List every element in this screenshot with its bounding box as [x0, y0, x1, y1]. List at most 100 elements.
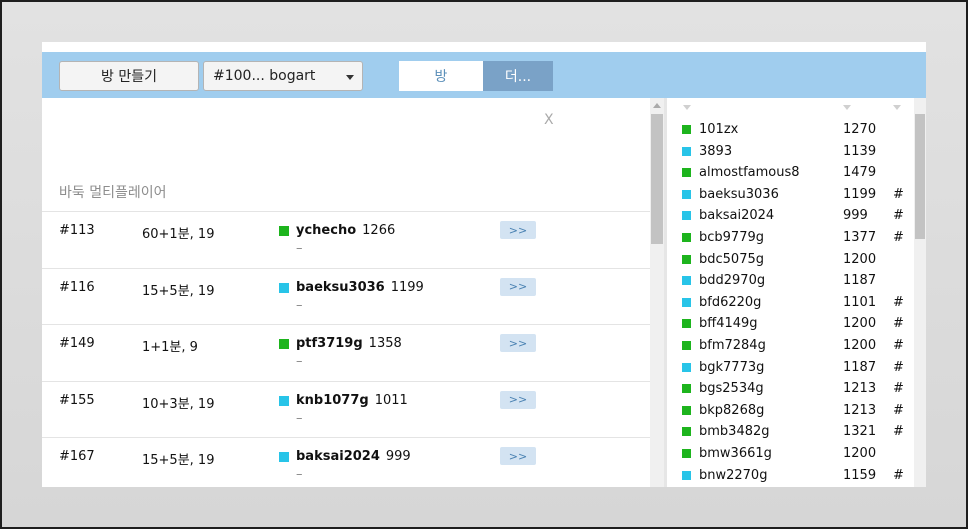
status-dot-icon — [682, 427, 691, 437]
join-game-button[interactable]: >> — [500, 390, 536, 409]
user-row[interactable]: bff4149g 1200 # — [667, 313, 914, 335]
sort-name-icon[interactable] — [683, 105, 691, 110]
join-game-button[interactable]: >> — [500, 221, 536, 239]
user-flag: # — [893, 229, 904, 245]
user-row[interactable]: baksai2024 999 # — [667, 205, 914, 227]
status-dot-icon — [279, 452, 289, 462]
user-list-scrollbar[interactable] — [914, 98, 926, 487]
toolbar: 방 만들기 #100... bogart 방 더... — [42, 52, 926, 98]
user-name: bmb3482g — [699, 424, 770, 440]
user-flag: # — [893, 337, 904, 353]
user-flag: # — [893, 424, 904, 440]
opponent-slot: – — [296, 241, 303, 256]
create-room-button[interactable]: 방 만들기 — [59, 61, 199, 91]
status-dot-icon — [682, 168, 691, 178]
user-row[interactable]: bmw3661g 1200 — [667, 443, 914, 465]
user-row[interactable]: bgk7773g 1187 # — [667, 357, 914, 379]
user-rank: 1200 — [843, 251, 877, 267]
user-rank: 1321 — [843, 424, 877, 440]
user-flag: # — [893, 316, 904, 332]
user-name: bcb9779g — [699, 229, 764, 245]
close-button[interactable]: X — [544, 112, 554, 128]
status-dot-icon — [682, 448, 691, 458]
user-name: bgk7773g — [699, 359, 765, 375]
scrollbar-thumb[interactable] — [651, 114, 663, 244]
player-name: ychecho 1266 — [296, 223, 396, 238]
user-name: baksai2024 — [699, 208, 775, 224]
scroll-up-icon[interactable] — [653, 103, 661, 108]
user-row[interactable]: baeksu3036 1199 # — [667, 184, 914, 206]
tab-room[interactable]: 방 — [399, 61, 483, 91]
user-row[interactable]: 101zx 1270 — [667, 119, 914, 141]
user-rank: 1187 — [843, 359, 877, 375]
game-row[interactable]: #167 15+5분, 19 baksai2024 999 – >> — [42, 437, 650, 487]
room-select-value: #100... bogart — [213, 68, 316, 84]
user-row[interactable]: bmb3482g 1321 # — [667, 421, 914, 443]
user-name: bmw3661g — [699, 445, 772, 461]
game-row[interactable]: #149 1+1분, 9 ptf3719g 1358 – >> — [42, 324, 650, 381]
user-name: bdc5075g — [699, 251, 764, 267]
player-rank: 1266 — [362, 223, 396, 238]
join-game-button[interactable]: >> — [500, 447, 536, 465]
game-row[interactable]: #113 60+1분, 19 ychecho 1266 – >> — [42, 211, 650, 268]
room-list-scrollbar[interactable] — [650, 98, 664, 487]
user-row[interactable]: 3893 1139 — [667, 141, 914, 163]
user-row[interactable]: bfm7284g 1200 # — [667, 335, 914, 357]
user-row[interactable]: bdc5075g 1200 — [667, 249, 914, 271]
user-name: bfm7284g — [699, 337, 766, 353]
status-dot-icon — [682, 470, 691, 480]
player-rank: 1011 — [374, 392, 408, 408]
user-name: bgs2534g — [699, 381, 764, 397]
user-name: almostfamous8 — [699, 165, 800, 181]
opponent-slot: – — [296, 297, 303, 313]
user-rank: 999 — [843, 208, 868, 224]
user-list-panel: 101zx 1270 3893 1139 almostfamous8 1479 baeksu… — [667, 98, 914, 487]
user-rank: 1200 — [843, 445, 877, 461]
status-dot-icon — [682, 340, 691, 350]
player-name: knb1077g 1011 — [296, 392, 408, 408]
status-dot-icon — [279, 339, 289, 349]
user-name: bff4149g — [699, 316, 758, 332]
opponent-slot: – — [296, 354, 303, 369]
room-select[interactable]: #100... bogart — [203, 61, 363, 91]
game-time-control: 1+1분, 9 — [142, 340, 198, 355]
panel-title: 바둑 멀티플레이어 — [59, 185, 167, 201]
status-dot-icon — [682, 232, 691, 242]
player-rank: 999 — [385, 449, 411, 464]
go-multiplayer-app: 방 만들기 #100... bogart 방 더... X 바둑 멀티플레이어 … — [42, 42, 926, 487]
game-row[interactable]: #155 10+3분, 19 knb1077g 1011 – >> — [42, 380, 650, 438]
status-dot-icon — [682, 211, 691, 221]
user-row[interactable]: bdd2970g 1187 — [667, 270, 914, 292]
game-time-control: 10+3분, 19 — [142, 396, 215, 412]
sort-rank-icon[interactable] — [843, 105, 851, 110]
user-rank: 1101 — [843, 294, 877, 310]
status-dot-icon — [682, 297, 691, 307]
player-name: ptf3719g 1358 — [296, 336, 402, 351]
scrollbar-thumb[interactable] — [915, 114, 925, 239]
user-name: bfd6220g — [699, 294, 762, 310]
user-row[interactable]: bkp8268g 1213 # — [667, 400, 914, 422]
user-row[interactable]: bcb9779g 1377 # — [667, 227, 914, 249]
game-id: #149 — [59, 336, 95, 351]
user-rank: 1200 — [843, 337, 877, 353]
join-game-button[interactable]: >> — [500, 334, 536, 352]
user-flag: # — [893, 359, 904, 375]
opponent-slot: – — [296, 410, 303, 426]
user-row[interactable]: almostfamous8 1479 — [667, 162, 914, 184]
user-row[interactable]: bfd6220g 1101 # — [667, 292, 914, 314]
user-rank: 1479 — [843, 165, 877, 181]
sort-flag-icon[interactable] — [893, 105, 901, 110]
status-dot-icon — [682, 405, 691, 415]
game-id: #116 — [59, 279, 95, 295]
game-row[interactable]: #116 15+5분, 19 baeksu3036 1199 – >> — [42, 267, 650, 325]
user-row[interactable]: bgs2534g 1213 # — [667, 378, 914, 400]
status-dot-icon — [279, 282, 289, 293]
user-flag: # — [893, 402, 904, 418]
join-game-button[interactable]: >> — [500, 277, 536, 296]
player-rank: 1358 — [368, 336, 402, 351]
user-row[interactable]: bnw2270g 1159 # — [667, 465, 914, 487]
user-rank: 1213 — [843, 381, 877, 397]
room-list-panel: X 바둑 멀티플레이어 #113 60+1분, 19 ychecho 1266– >> #… — [42, 98, 650, 487]
user-name: bnw2270g — [699, 467, 768, 483]
tab-more[interactable]: 더... — [483, 61, 553, 91]
